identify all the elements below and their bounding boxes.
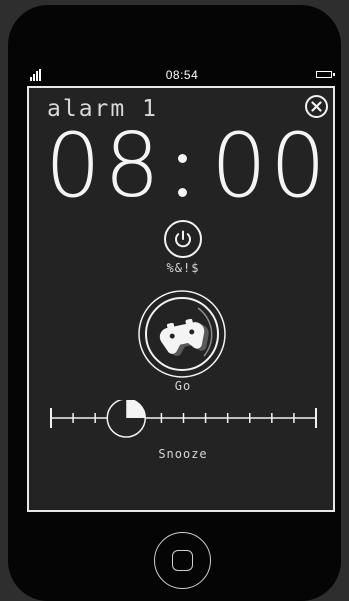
minute-ones-digit: 0 xyxy=(270,114,326,217)
status-time: 08:54 xyxy=(165,68,199,82)
time-separator-dot xyxy=(178,188,187,197)
time-separator-dot xyxy=(178,154,187,163)
status-bar: 08:54 xyxy=(28,67,336,85)
go-button[interactable] xyxy=(138,290,226,378)
snooze-label: Snooze xyxy=(158,447,208,461)
hour-tens-digit: 0 xyxy=(45,114,101,217)
alarm-time[interactable]: 0 8 0 0 xyxy=(29,116,333,216)
hour-ones-digit: 8 xyxy=(104,114,160,217)
home-button[interactable] xyxy=(154,532,211,589)
gamepad-icon xyxy=(159,318,209,357)
home-icon xyxy=(172,550,193,571)
snooze-track xyxy=(50,398,317,438)
alarm-screen: alarm 1 0 8 0 0 %&!$ Go Snooze xyxy=(27,86,335,512)
snooze-slider[interactable] xyxy=(48,398,318,442)
close-icon xyxy=(311,101,322,112)
go-label: Go xyxy=(174,379,192,393)
snooze-knob-fill xyxy=(126,399,146,418)
power-button[interactable] xyxy=(164,220,202,258)
battery-icon xyxy=(316,71,335,78)
minute-tens-digit: 0 xyxy=(211,114,267,217)
power-label: %&!$ xyxy=(166,261,200,275)
power-icon xyxy=(175,230,191,248)
